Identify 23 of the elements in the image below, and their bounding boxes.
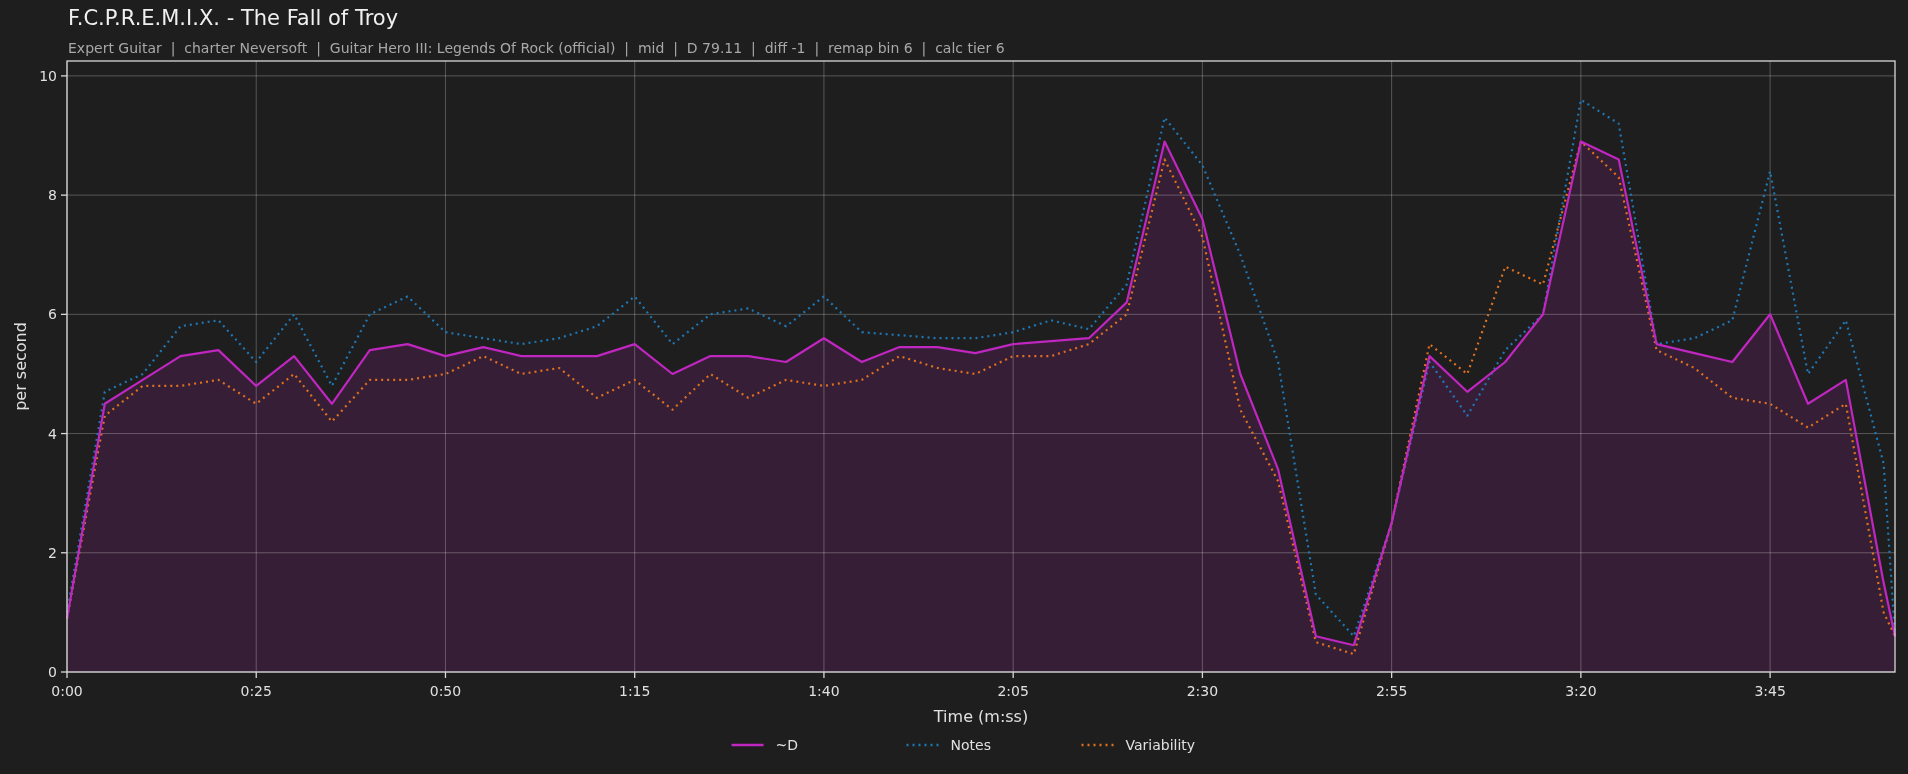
x-tick-label: 3:45 [1754, 683, 1786, 699]
x-tick-label: 0:25 [240, 683, 272, 699]
x-tick-label: 1:15 [619, 683, 651, 699]
x-tick-label: 2:30 [1186, 683, 1219, 699]
x-tick-label: 0:50 [429, 683, 462, 699]
chart-subtitle: Expert Guitar | charter Neversoft | Guitar Hero III: Legends Of Rock (official) | mid | D 79.11 | diff -1 | remap bin 6 | calc tier 6 [68, 40, 1005, 56]
chart-title: F.C.P.R.E.M.I.X. - The Fall of Troy [68, 6, 399, 30]
legend-label: Notes [950, 737, 991, 753]
x-tick-label: 2:05 [997, 683, 1029, 699]
x-tick-label: 3:20 [1565, 683, 1597, 699]
y-tick-label: 4 [48, 425, 57, 442]
x-axis-label: Time (m:ss) [933, 707, 1029, 726]
y-tick-label: 8 [48, 187, 57, 204]
y-tick-label: 10 [39, 67, 57, 84]
legend-label: Variability [1125, 737, 1196, 753]
y-tick-label: 0 [48, 664, 57, 680]
legend-label: ~D [775, 737, 798, 753]
y-axis-label: per second [11, 322, 30, 411]
y-tick-label: 6 [48, 306, 57, 323]
x-tick-label: 1:40 [808, 683, 840, 699]
x-tick-label: 0:00 [51, 683, 83, 699]
y-tick-label: 2 [48, 544, 57, 561]
x-tick-label: 2:55 [1375, 683, 1408, 699]
